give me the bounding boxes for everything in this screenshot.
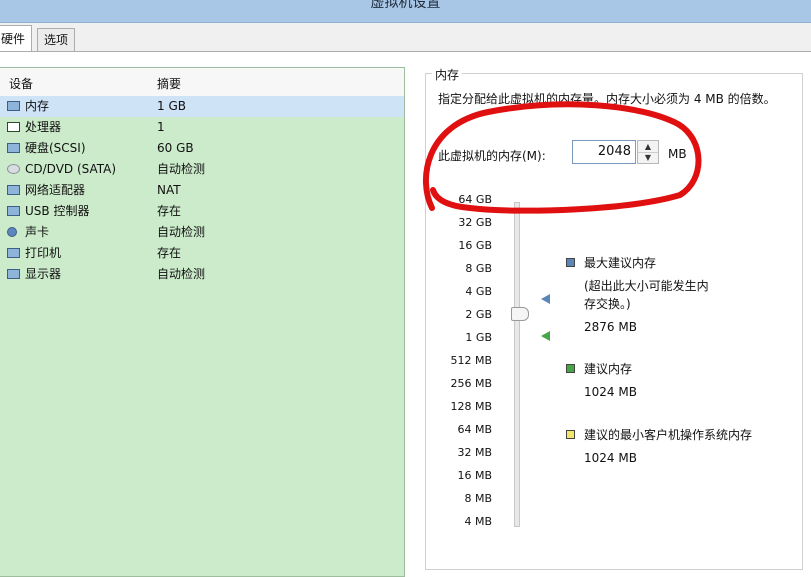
max-recommended-note: (超出此大小可能发生内存交换。) [584, 279, 709, 311]
max-recommended-value: 2876 MB [584, 320, 637, 334]
scale-label: 1 GB [465, 331, 492, 344]
recommended-marker-icon [541, 331, 550, 341]
memory-unit: MB [668, 147, 687, 161]
memory-input-label: 此虚拟机的内存(M): [438, 149, 546, 163]
max-recommended-marker-icon [541, 294, 550, 304]
device-name: 声卡 [25, 225, 50, 239]
cd-dvd-icon [7, 164, 20, 174]
device-summary: 自动检测 [157, 225, 206, 239]
device-summary: 1 GB [157, 99, 186, 113]
device-name: 内存 [25, 99, 50, 113]
scale-label: 32 GB [458, 216, 492, 229]
min-guest-value: 1024 MB [584, 451, 637, 465]
tab-hardware[interactable]: 硬件 [0, 25, 33, 52]
cpu-icon [7, 122, 20, 132]
device-row-display[interactable]: 显示器 自动检测 [0, 264, 404, 285]
usb-icon [7, 206, 20, 216]
device-name: 打印机 [25, 246, 62, 260]
device-list-header: 设备 摘要 [0, 68, 404, 97]
spin-down-icon[interactable]: ▼ [638, 152, 658, 163]
scale-label: 512 MB [450, 354, 492, 367]
scale-label: 4 GB [465, 285, 492, 298]
device-row-usb-controller[interactable]: USB 控制器 存在 [0, 201, 404, 222]
scale-label: 16 MB [457, 469, 492, 482]
tab-strip: 硬件 选项 [0, 22, 811, 52]
device-row-memory[interactable]: 内存 1 GB [0, 96, 404, 117]
device-name: CD/DVD (SATA) [25, 162, 117, 176]
column-header-summary[interactable]: 摘要 [157, 75, 181, 92]
device-list[interactable]: 设备 摘要 内存 1 GB 处理器 1 硬盘(SCSI) 60 GB CD/DV… [0, 67, 405, 577]
scale-label: 256 MB [450, 377, 492, 390]
device-row-harddisk[interactable]: 硬盘(SCSI) 60 GB [0, 138, 404, 159]
min-guest-legend-icon [566, 430, 575, 439]
recommended-legend-icon [566, 364, 575, 373]
device-summary: 自动检测 [157, 267, 206, 281]
device-summary: 存在 [157, 204, 182, 218]
device-name: USB 控制器 [25, 204, 90, 218]
memory-description: 指定分配给此虚拟机的内存量。内存大小必须为 4 MB 的倍数。 [438, 92, 776, 106]
sound-card-icon [7, 227, 17, 237]
min-guest-title: 建议的最小客户机操作系统内存 [584, 428, 753, 442]
title-bar: 虚拟机设置 [0, 0, 811, 23]
device-name: 网络适配器 [25, 183, 86, 197]
scale-label: 64 GB [458, 193, 492, 206]
device-row-cd-dvd[interactable]: CD/DVD (SATA) 自动检测 [0, 159, 404, 180]
memory-size-input[interactable]: 2048 [572, 140, 636, 164]
tab-options[interactable]: 选项 [37, 28, 76, 51]
scale-label: 2 GB [465, 308, 492, 321]
device-summary: NAT [157, 183, 181, 197]
scale-label: 4 MB [464, 515, 492, 528]
device-name: 处理器 [25, 120, 62, 134]
memory-spinner[interactable]: ▲ ▼ [637, 140, 659, 164]
max-recommended-title: 最大建议内存 [584, 256, 657, 270]
scale-label: 32 MB [457, 446, 492, 459]
scale-label: 8 GB [465, 262, 492, 275]
memory-group-title: 内存 [432, 66, 463, 83]
display-icon [7, 269, 20, 279]
device-name: 硬盘(SCSI) [25, 141, 86, 155]
tab-divider [0, 51, 811, 52]
window-title: 虚拟机设置 [370, 0, 441, 11]
device-summary: 60 GB [157, 141, 194, 155]
device-row-processor[interactable]: 处理器 1 [0, 117, 404, 138]
device-summary: 存在 [157, 246, 182, 260]
printer-icon [7, 248, 20, 258]
device-summary: 自动检测 [157, 162, 206, 176]
network-adapter-icon [7, 185, 20, 195]
device-row-printer[interactable]: 打印机 存在 [0, 243, 404, 264]
recommended-title: 建议内存 [584, 362, 633, 376]
memory-slider-track[interactable] [514, 202, 520, 527]
harddisk-icon [7, 143, 20, 153]
device-name: 显示器 [25, 267, 62, 281]
scale-label: 8 MB [464, 492, 492, 505]
scale-label: 128 MB [450, 400, 492, 413]
recommended-value: 1024 MB [584, 385, 637, 399]
memory-slider-thumb[interactable] [511, 307, 529, 321]
scale-label: 16 GB [458, 239, 492, 252]
device-row-network-adapter[interactable]: 网络适配器 NAT [0, 180, 404, 201]
device-row-sound-card[interactable]: 声卡 自动检测 [0, 222, 404, 243]
memory-icon [7, 101, 20, 111]
scale-label: 64 MB [457, 423, 492, 436]
device-summary: 1 [157, 120, 165, 134]
max-recommended-legend-icon [566, 258, 575, 267]
column-header-device[interactable]: 设备 [9, 75, 33, 92]
